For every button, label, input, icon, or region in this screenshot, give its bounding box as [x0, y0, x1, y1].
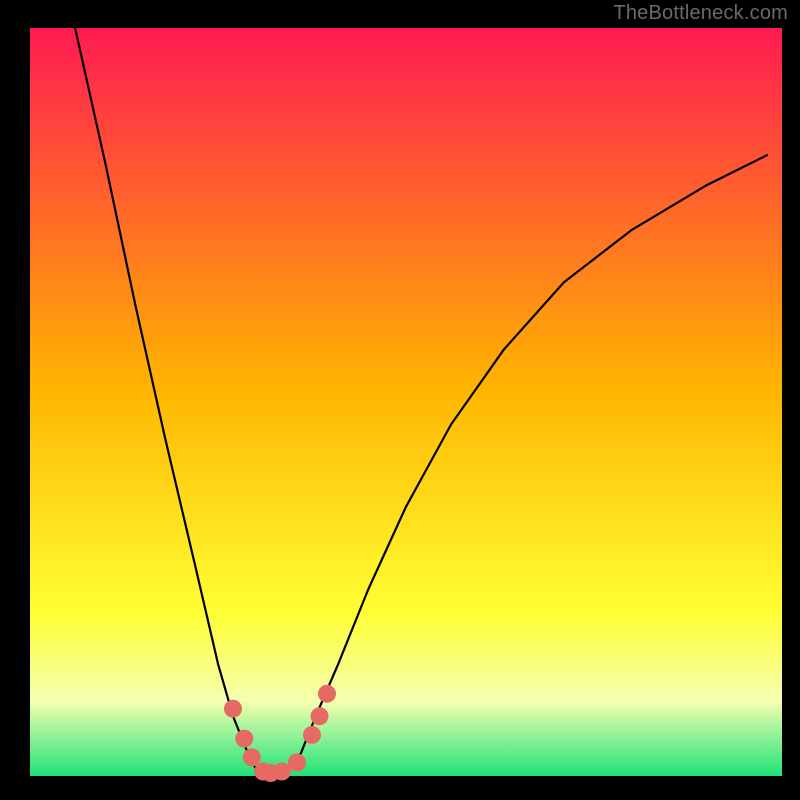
- bottleneck-chart: [0, 0, 800, 800]
- marker-dot: [243, 748, 261, 766]
- chart-container: TheBottleneck.com: [0, 0, 800, 800]
- plot-background: [30, 28, 782, 776]
- marker-dot: [235, 730, 253, 748]
- marker-dot: [224, 700, 242, 718]
- marker-dot: [311, 707, 329, 725]
- marker-dot: [318, 685, 336, 703]
- marker-dot: [288, 754, 306, 772]
- marker-dot: [303, 726, 321, 744]
- marker-dot: [273, 763, 291, 781]
- watermark-text: TheBottleneck.com: [613, 2, 788, 25]
